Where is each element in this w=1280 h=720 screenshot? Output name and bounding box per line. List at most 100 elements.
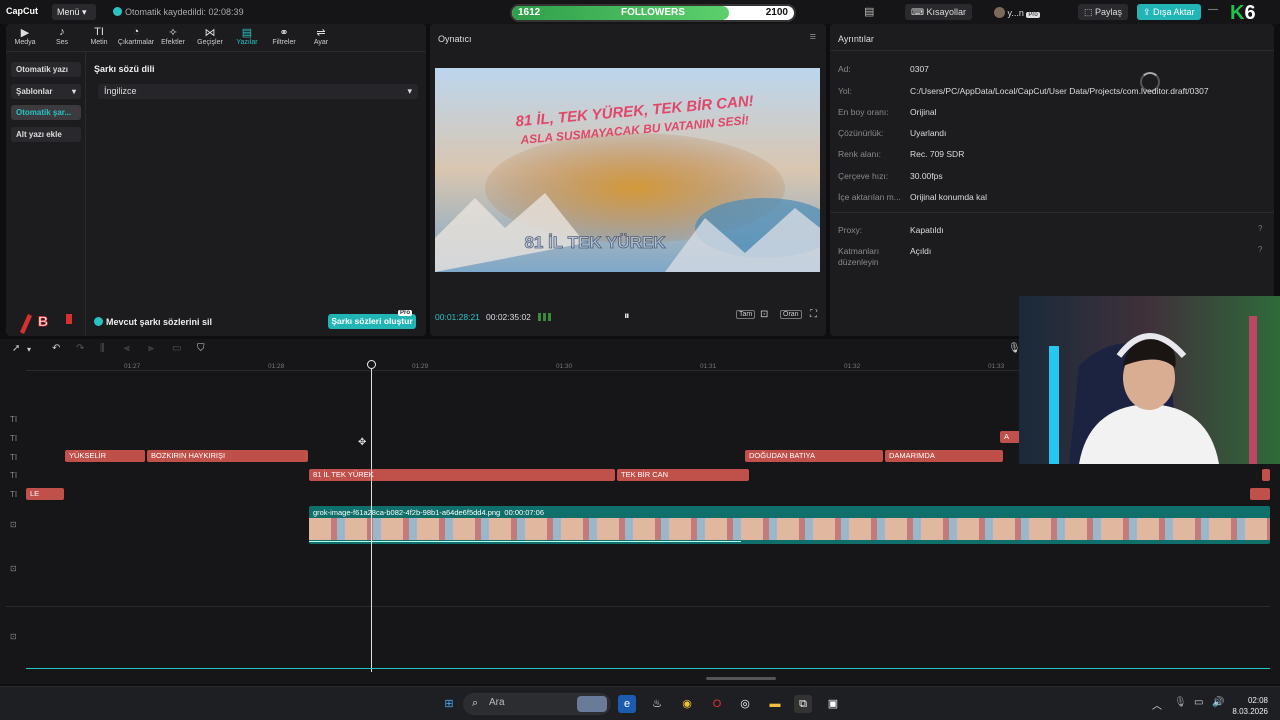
- move-cursor-icon: ✥: [358, 437, 367, 448]
- select-cursor-icon[interactable]: ➚: [12, 343, 20, 354]
- chevron-down-icon[interactable]: ▾: [27, 345, 31, 354]
- detail-value: 30.00fps: [910, 171, 943, 181]
- menu-button[interactable]: Menü ▾: [52, 4, 96, 20]
- video-overlay-bottom: 81 İL TEK YÜREK: [524, 233, 666, 252]
- shortcuts-button[interactable]: ⌨ Kısayollar: [905, 4, 973, 20]
- volume-icon[interactable]: 🔊: [1212, 697, 1224, 708]
- layers-label: Katmanları düzenleyin: [838, 246, 880, 267]
- text-clip[interactable]: YÜKSELİR: [65, 450, 145, 462]
- chrome-icon[interactable]: ◉: [678, 695, 696, 713]
- undo-icon[interactable]: ↶: [52, 343, 60, 354]
- full-quality-button[interactable]: Tam: [736, 310, 756, 319]
- split-right-icon[interactable]: ⫸: [148, 343, 154, 354]
- generate-lyrics-button[interactable]: Şarkı sözleri oluştur: [328, 314, 416, 329]
- screenshot-icon[interactable]: ⊡: [760, 309, 768, 320]
- text-clip[interactable]: 81 İL TEK YÜREK: [309, 469, 615, 481]
- tab-label: Yazılar: [236, 39, 258, 46]
- hamburger-icon[interactable]: ≡: [810, 31, 816, 43]
- text-clip[interactable]: LE: [26, 488, 64, 500]
- total-duration: 00:02:35:02: [486, 312, 531, 322]
- search-highlight-icon: [577, 696, 607, 712]
- split-icon[interactable]: ⫼: [100, 343, 105, 354]
- fullscreen-icon[interactable]: ⛶: [810, 309, 817, 320]
- sidebar-item-auto-captions[interactable]: Otomatik yazı: [11, 62, 81, 77]
- sidebar-item-templates[interactable]: Şablonlar ▾: [11, 84, 81, 99]
- user-account-button[interactable]: y...n Pro: [988, 4, 1046, 20]
- opera-icon[interactable]: O: [708, 695, 726, 713]
- redo-icon[interactable]: ↷: [76, 343, 84, 354]
- text-icon: TI: [94, 26, 104, 38]
- chevron-down-icon: ▾: [407, 86, 412, 96]
- tab-effects[interactable]: ✧ Efektler: [154, 26, 192, 46]
- help-icon[interactable]: ?: [1258, 224, 1262, 233]
- lyrics-language-title: Şarkı sözü dili: [94, 64, 155, 74]
- video-preview[interactable]: 81 İL, TEK YÜREK, TEK BİR CAN! ASLA SUSM…: [435, 68, 820, 272]
- delete-icon[interactable]: ▭: [172, 343, 181, 354]
- check-icon: [113, 7, 122, 16]
- captions-sidebar: Otomatik yazı Şablonlar ▾ Otomatik şar...…: [6, 52, 86, 336]
- export-label: Dışa Aktar: [1153, 7, 1195, 17]
- delete-existing-lyrics-checkbox[interactable]: Mevcut şarkı sözlerini sil: [94, 317, 212, 327]
- text-clip[interactable]: BOZKIRIN HAYKIRIŞI: [147, 450, 308, 462]
- video-clip[interactable]: grok-image-f61a28ca-b082-4f2b-98b1-a64de…: [309, 506, 1270, 544]
- file-explorer-icon[interactable]: ▬: [766, 695, 784, 713]
- tab-audio[interactable]: ♪ Ses: [43, 26, 81, 46]
- network-icon[interactable]: ▭: [1194, 697, 1203, 708]
- text-clip[interactable]: TEK BİR CAN: [617, 469, 749, 481]
- tab-text[interactable]: TI Metin: [80, 26, 118, 46]
- webcam-overlay: [1019, 296, 1280, 464]
- tab-label: Efektler: [161, 39, 185, 46]
- share-button[interactable]: ⬚ Paylaş: [1078, 4, 1129, 20]
- tab-filters[interactable]: ⚭ Filtreler: [265, 26, 303, 46]
- tab-captions[interactable]: ▤ Yazılar: [228, 26, 266, 46]
- sidebar-item-add-subtitle[interactable]: Alt yazı ekle: [11, 127, 81, 142]
- timeline-scrollbar[interactable]: [706, 677, 776, 680]
- transitions-icon: ⋈: [204, 27, 216, 39]
- app-icon[interactable]: ▣: [824, 695, 842, 713]
- tab-media[interactable]: ▶ Medya: [6, 26, 44, 46]
- text-clip[interactable]: [1262, 469, 1270, 481]
- shield-icon[interactable]: ⛉: [197, 343, 205, 354]
- video-thumbnail-strip: [309, 518, 1270, 540]
- pause-icon[interactable]: ⏸: [624, 310, 630, 323]
- tab-label: Medya: [14, 39, 36, 46]
- playhead[interactable]: [371, 360, 372, 672]
- text-clip[interactable]: [1250, 488, 1270, 500]
- media-icon: ▶: [20, 27, 30, 39]
- tab-transitions[interactable]: ⋈ Geçişler: [191, 26, 229, 46]
- split-left-icon[interactable]: ⫷: [124, 343, 130, 354]
- microphone-icon[interactable]: 🎙: [1174, 697, 1187, 708]
- audio-track-icon: ⊡: [10, 564, 17, 573]
- edge-icon[interactable]: e: [618, 695, 636, 713]
- detail-label: Yol:: [838, 86, 852, 96]
- steam-icon[interactable]: ♨: [648, 695, 666, 713]
- text-clip[interactable]: DAMARIMDA: [885, 450, 1003, 462]
- tab-sticker[interactable]: ◔ Çıkartmalar: [117, 26, 155, 46]
- audio-track-icon: ⊡: [10, 632, 17, 641]
- text-clip[interactable]: DOĞUDAN BATIYA: [745, 450, 883, 462]
- taskbar-clock[interactable]: 02:08 8.03.2026: [1232, 695, 1268, 717]
- obs-icon[interactable]: ◎: [736, 695, 754, 713]
- sidebar-item-auto-lyrics[interactable]: Otomatik şar...: [11, 105, 81, 120]
- autosave-status: Otomatik kaydedildi: 02:08:39: [113, 7, 244, 17]
- tab-label: Filtreler: [272, 39, 296, 46]
- layout-icon[interactable]: ▤: [864, 5, 874, 18]
- ruler-tick-label: 01:33: [988, 363, 1005, 370]
- proxy-value[interactable]: Kapatıldı: [910, 225, 944, 235]
- check-icon: [94, 317, 103, 326]
- windows-start-icon[interactable]: ⊞: [440, 695, 458, 713]
- detail-label: Ad:: [838, 64, 851, 74]
- text-track-icon: TI: [10, 490, 18, 499]
- help-icon[interactable]: ?: [1258, 245, 1262, 254]
- taskbar-search[interactable]: ⌕ Ara: [463, 693, 611, 715]
- minimize-icon[interactable]: —: [1208, 4, 1218, 15]
- language-select[interactable]: İngilizce ▾: [98, 84, 418, 99]
- ruler-tick-label: 01:28: [268, 363, 285, 370]
- capcut-icon[interactable]: ⧉: [794, 695, 812, 713]
- ratio-button[interactable]: Oran: [780, 310, 802, 319]
- export-button[interactable]: ⇪ Dışa Aktar: [1137, 4, 1201, 20]
- layers-value[interactable]: Açıldı: [910, 246, 931, 256]
- tab-adjust[interactable]: ⇌ Ayar: [302, 26, 340, 46]
- chevron-up-icon[interactable]: ︿: [1152, 697, 1162, 712]
- playhead-handle-icon[interactable]: [367, 360, 376, 369]
